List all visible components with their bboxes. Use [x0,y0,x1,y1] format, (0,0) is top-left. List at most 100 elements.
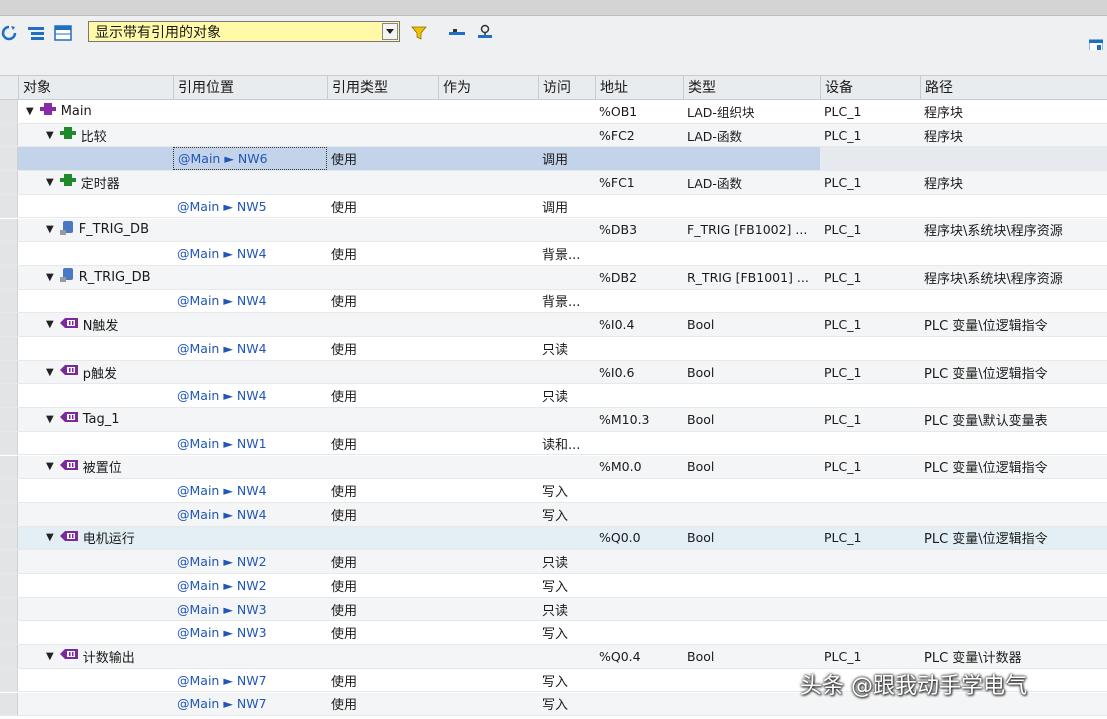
column-header-ref-type[interactable]: 引用类型 [327,76,438,100]
tree-expand-icon[interactable]: ▼ [46,532,54,543]
reference-row[interactable]: @Main ► NW3 使用 写入 [0,621,1107,646]
column-header-object[interactable]: 对象 [18,76,173,100]
tree-expand-icon[interactable]: ▼ [46,461,54,472]
reference-location-link[interactable]: @Main ► NW3 [173,621,327,644]
reference-location-link[interactable]: @Main ► NW5 [173,195,327,218]
reference-location-link[interactable]: @Main ► NW6 [173,147,327,171]
filter-select[interactable]: 显示带有引用的对象 [88,21,400,42]
tree-expand-icon[interactable]: ▼ [46,224,54,235]
reference-location[interactable]: @Main ► NW2 [177,578,267,593]
tree-expand-icon[interactable]: ▼ [46,367,54,378]
column-header-device[interactable]: 设备 [820,76,920,100]
reference-row[interactable]: @Main ► NW5 使用 调用 [0,194,1107,219]
tree-expand-icon[interactable]: ▼ [46,130,54,141]
object-cell[interactable]: ▼ 被置位 [18,456,173,479]
reference-location-link[interactable]: @Main ► NW7 [173,669,327,692]
object-row[interactable]: ▼ 比较 %FC2 LAD-函数 PLC_1 程序块 [0,123,1107,148]
column-header-as[interactable]: 作为 [438,76,538,100]
reference-location-link[interactable]: @Main ► NW4 [173,242,327,265]
object-cell[interactable]: ▼ 计数输出 [18,645,173,668]
object-cell[interactable]: ▼ 定时器 [18,171,173,194]
object-row[interactable]: ▼ R_TRIG_DB %DB2 R_TRIG [FB1001] ... PLC_1 程序… [0,265,1107,290]
reference-location[interactable]: @Main ► NW4 [177,246,267,261]
reference-location-link[interactable]: @Main ► NW4 [173,337,327,360]
collapse-all-icon[interactable] [54,24,72,42]
row-gutter [0,526,18,550]
reference-location[interactable]: @Main ► NW4 [177,388,267,403]
column-header-type[interactable]: 类型 [683,76,820,100]
tree-expand-icon[interactable]: ▼ [26,106,34,117]
address-cell: %M0.0 [599,459,642,475]
column-header-path[interactable]: 路径 [920,76,1107,100]
reference-location[interactable]: @Main ► NW4 [177,507,267,522]
object-cell[interactable]: ▼ R_TRIG_DB [18,266,173,289]
reference-location[interactable]: @Main ► NW4 [177,483,267,498]
object-row[interactable]: ▼ 电机运行 %Q0.0 Bool PLC_1 PLC 变量\位逻辑指令 [0,526,1107,551]
reference-location-link[interactable]: @Main ► NW7 [173,693,327,716]
object-cell[interactable]: ▼ p触发 [18,361,173,384]
reference-location[interactable]: @Main ► NW3 [177,625,267,640]
tree-expand-icon[interactable]: ▼ [46,414,54,425]
object-row[interactable]: ▼ F_TRIG_DB %DB3 F_TRIG [FB1002] ... PLC_1 程序… [0,218,1107,243]
reference-row[interactable]: @Main ► NW4 使用 只读 [0,337,1107,361]
object-row[interactable]: ▼ 计数输出 %Q0.4 Bool PLC_1 PLC 变量\计数器 [0,645,1107,669]
object-cell[interactable]: ▼ Main [18,100,173,123]
reference-location-link[interactable]: @Main ► NW3 [173,598,327,621]
cross-reference-icon[interactable] [476,24,494,42]
reference-row[interactable]: @Main ► NW4 使用 只读 [0,384,1107,409]
reference-location-link[interactable]: @Main ► NW4 [173,290,327,313]
reference-row[interactable]: @Main ► NW2 使用 写入 [0,574,1107,598]
column-header-ref-location[interactable]: 引用位置 [173,76,327,100]
minus-link-icon[interactable] [448,24,466,42]
tree-expand-icon[interactable]: ▼ [46,319,54,330]
function-icon [59,127,76,143]
object-row[interactable]: ▼ 被置位 %M0.0 Bool PLC_1 PLC 变量\位逻辑指令 [0,455,1107,480]
object-row[interactable]: ▼ p触发 %I0.6 Bool PLC_1 PLC 变量\位逻辑指令 [0,360,1107,385]
reference-location-link[interactable]: @Main ► NW4 [173,384,327,407]
filter-funnel-icon[interactable] [410,24,428,42]
reference-location[interactable]: @Main ► NW1 [177,436,267,451]
object-row[interactable]: ▼ Tag_1 %M10.3 Bool PLC_1 PLC 变量\默认变量表 [0,408,1107,432]
selected-row-tail [820,147,1107,171]
device-cell: PLC_1 [824,530,862,546]
reference-row[interactable]: @Main ► NW6 使用 调用 [0,147,1107,172]
tree-expand-icon[interactable]: ▼ [46,272,54,283]
reference-row[interactable]: @Main ► NW2 使用 只读 [0,550,1107,574]
object-cell[interactable]: ▼ F_TRIG_DB [18,219,173,242]
object-cell[interactable]: ▼ Tag_1 [18,408,173,431]
reference-location[interactable]: @Main ► NW4 [177,341,267,356]
reference-location[interactable]: @Main ► NW5 [177,199,267,214]
reference-location[interactable]: @Main ► NW7 [177,696,267,711]
path-cell: 程序块 [924,176,964,192]
reference-location[interactable]: @Main ► NW3 [177,602,267,617]
reference-location[interactable]: @Main ► NW2 [177,554,267,569]
reference-location-link[interactable]: @Main ► NW2 [173,574,327,597]
object-cell[interactable]: ▼ N触发 [18,313,173,336]
object-row[interactable]: ▼ N触发 %I0.4 Bool PLC_1 PLC 变量\位逻辑指令 [0,313,1107,337]
reference-row[interactable]: @Main ► NW3 使用 只读 [0,597,1107,622]
chevron-down-icon[interactable] [382,23,398,40]
object-cell[interactable]: ▼ 比较 [18,124,173,147]
refresh-icon[interactable] [0,24,18,42]
reference-row[interactable]: @Main ► NW4 使用 写入 [0,479,1107,503]
expand-all-icon[interactable] [27,24,45,42]
reference-location[interactable]: @Main ► NW7 [177,673,267,688]
column-header-access[interactable]: 访问 [538,76,595,100]
reference-row[interactable]: @Main ► NW1 使用 读和... [0,431,1107,456]
tree-expand-icon[interactable]: ▼ [46,651,54,662]
reference-row[interactable]: @Main ► NW4 使用 背景... [0,289,1107,314]
reference-row[interactable]: @Main ► NW4 使用 写入 [0,502,1107,527]
reference-location-link[interactable]: @Main ► NW1 [173,432,327,455]
row-gutter [0,194,18,218]
reference-row[interactable]: @Main ► NW4 使用 背景... [0,242,1107,266]
object-cell[interactable]: ▼ 电机运行 [18,527,173,550]
object-row[interactable]: ▼ Main %OB1 LAD-组织块 PLC_1 程序块 [0,100,1107,124]
reference-location[interactable]: @Main ► NW6 [178,151,268,166]
tree-expand-icon[interactable]: ▼ [46,177,54,188]
reference-location[interactable]: @Main ► NW4 [177,293,267,308]
reference-location-link[interactable]: @Main ► NW4 [173,503,327,526]
column-header-address[interactable]: 地址 [595,76,683,100]
reference-location-link[interactable]: @Main ► NW4 [173,479,327,502]
reference-location-link[interactable]: @Main ► NW2 [173,550,327,573]
object-row[interactable]: ▼ 定时器 %FC1 LAD-函数 PLC_1 程序块 [0,171,1107,195]
